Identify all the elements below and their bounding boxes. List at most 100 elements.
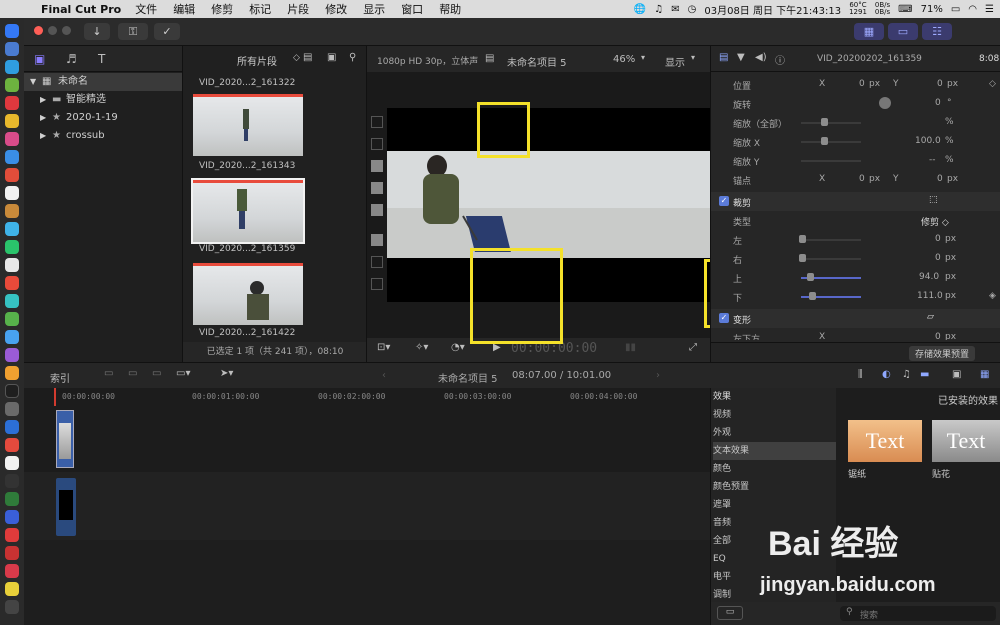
- window-zoom-button[interactable]: [62, 26, 71, 35]
- clip-name[interactable]: VID_2020...2_161343: [199, 161, 295, 171]
- clip-name[interactable]: VID_2020...2_161322: [199, 78, 295, 88]
- audio-inspector-icon[interactable]: ◀): [755, 52, 767, 63]
- effects-category[interactable]: 视频: [713, 406, 837, 424]
- app-icon[interactable]: [5, 420, 19, 434]
- crop-top-value[interactable]: 94.0: [919, 272, 939, 282]
- scale-x-slider[interactable]: [801, 141, 861, 143]
- slider-knob[interactable]: [821, 118, 828, 126]
- clip-filter-dropdown[interactable]: 所有片段: [237, 53, 277, 68]
- slider-knob[interactable]: [809, 292, 816, 300]
- transform-tool-icon[interactable]: ⊡▾: [377, 342, 390, 353]
- app-icon[interactable]: [5, 384, 19, 398]
- crop-section-header[interactable]: ✓ 裁剪 ⬚: [711, 192, 1000, 211]
- crop-right-value[interactable]: 0: [935, 253, 941, 263]
- app-icon[interactable]: [5, 402, 19, 416]
- effects-category-selected[interactable]: 文本效果: [713, 442, 837, 460]
- keywords-button[interactable]: ⚿: [118, 23, 148, 40]
- keyframe-diamond-icon[interactable]: ◈: [989, 291, 996, 301]
- finder-icon[interactable]: [5, 24, 19, 38]
- overlay-checkbox[interactable]: [371, 138, 383, 150]
- display-menu[interactable]: 显示: [665, 54, 685, 69]
- crop-type-dropdown[interactable]: 修剪 ◇: [921, 215, 949, 228]
- overwrite-edit-icon[interactable]: ▭▾: [176, 368, 190, 379]
- window-close-button[interactable]: [34, 26, 43, 35]
- crop-left-slider[interactable]: [801, 239, 861, 241]
- anchor-x-value[interactable]: 0: [859, 174, 865, 184]
- slider-knob[interactable]: [799, 235, 806, 243]
- app-icon[interactable]: [5, 258, 19, 272]
- crop-right-slider[interactable]: [801, 258, 861, 260]
- music-icon[interactable]: ♫: [654, 4, 663, 15]
- anchor-y-value[interactable]: 0: [937, 174, 943, 184]
- disclosure-right-icon[interactable]: ▶: [40, 127, 46, 145]
- clip-name[interactable]: VID_2020...2_161422: [199, 328, 295, 338]
- battery-icon[interactable]: ▭: [951, 4, 960, 15]
- search-icon[interactable]: ⚲: [349, 52, 356, 63]
- photos-audio-icon[interactable]: ♬: [66, 52, 77, 66]
- app-icon[interactable]: [5, 546, 19, 560]
- overlay-checkbox[interactable]: [371, 182, 383, 194]
- clip-thumbnail[interactable]: [193, 94, 303, 156]
- safari-icon[interactable]: [5, 60, 19, 74]
- crop-bottom-value[interactable]: 111.0: [917, 291, 943, 301]
- menu-modify[interactable]: 修改: [325, 1, 347, 17]
- scale-all-slider[interactable]: [801, 122, 861, 124]
- app-icon[interactable]: [5, 222, 19, 236]
- battery-percent[interactable]: 71%: [921, 4, 943, 15]
- app-icon[interactable]: [5, 330, 19, 344]
- position-x-value[interactable]: 0: [859, 79, 865, 89]
- app-icon[interactable]: [5, 510, 19, 524]
- app-icon[interactable]: [5, 294, 19, 308]
- app-icon[interactable]: [5, 96, 19, 110]
- effects-category[interactable]: 颜色: [713, 460, 837, 478]
- app-icon[interactable]: [5, 600, 19, 614]
- slider-knob[interactable]: [799, 254, 806, 262]
- app-icon[interactable]: [5, 168, 19, 182]
- library-item[interactable]: ▶ ▬ 智能精选: [24, 91, 182, 109]
- titles-generators-icon[interactable]: T: [98, 52, 105, 66]
- save-effects-preset-button[interactable]: 存储效果预置: [909, 346, 976, 361]
- disclosure-right-icon[interactable]: ▶: [40, 91, 46, 109]
- effects-category[interactable]: 外观: [713, 424, 837, 442]
- timeline-ruler[interactable]: 00:00:00:00 00:00:01:00:00 00:00:02:00:0…: [24, 388, 710, 406]
- snapping-icon[interactable]: ◐: [882, 369, 891, 380]
- crop-onscreen-icon[interactable]: ⬚: [929, 195, 938, 205]
- distort-enable-checkbox[interactable]: ✓: [719, 313, 729, 323]
- append-edit-icon[interactable]: ▭: [104, 368, 113, 379]
- app-icon[interactable]: [5, 114, 19, 128]
- skimming-icon[interactable]: ⫼: [858, 369, 863, 380]
- menu-view[interactable]: 显示: [363, 1, 385, 17]
- overlay-checkbox[interactable]: [371, 234, 383, 246]
- clip-name[interactable]: VID_2020...2_161359: [199, 244, 295, 254]
- effects-browser-icon[interactable]: ▦: [980, 369, 989, 380]
- app-icon[interactable]: [5, 582, 19, 596]
- filmstrip-view-icon[interactable]: ▤: [303, 52, 312, 63]
- overlay-checkbox[interactable]: [371, 278, 383, 290]
- app-icon[interactable]: [5, 204, 19, 218]
- library-item[interactable]: ▶ ★ 2020-1-19: [24, 109, 182, 127]
- overlay-checkbox[interactable]: [371, 116, 383, 128]
- index-tab[interactable]: 索引: [50, 370, 70, 385]
- history-back-icon[interactable]: ‹: [382, 370, 386, 381]
- overlay-checkbox[interactable]: [371, 204, 383, 216]
- sidebar-toggle-icon[interactable]: ▭: [717, 606, 743, 620]
- app-icon[interactable]: [5, 438, 19, 452]
- crop-left-value[interactable]: 0: [935, 234, 941, 244]
- history-forward-icon[interactable]: ›: [656, 370, 660, 381]
- clip-appearance-icon[interactable]: ▣: [952, 369, 961, 380]
- effects-category[interactable]: 颜色预置: [713, 478, 837, 496]
- scale-x-value[interactable]: 100.0: [915, 136, 941, 146]
- audio-skimming-icon[interactable]: ♫: [902, 369, 911, 380]
- zoom-level[interactable]: 46%: [613, 54, 635, 65]
- menu-file[interactable]: 文件: [135, 1, 157, 17]
- timeline[interactable]: [24, 406, 710, 625]
- overlay-checkbox[interactable]: [371, 256, 383, 268]
- show-timeline-button[interactable]: ▭: [888, 23, 918, 40]
- app-icon[interactable]: [5, 150, 19, 164]
- playhead[interactable]: [54, 388, 56, 406]
- video-clip[interactable]: [56, 410, 74, 468]
- menubar-datetime[interactable]: 03月08日 周日 下午21:43:13: [704, 2, 841, 17]
- app-icon[interactable]: [5, 132, 19, 146]
- menu-edit[interactable]: 编辑: [173, 1, 195, 17]
- import-button[interactable]: ↓: [84, 23, 110, 40]
